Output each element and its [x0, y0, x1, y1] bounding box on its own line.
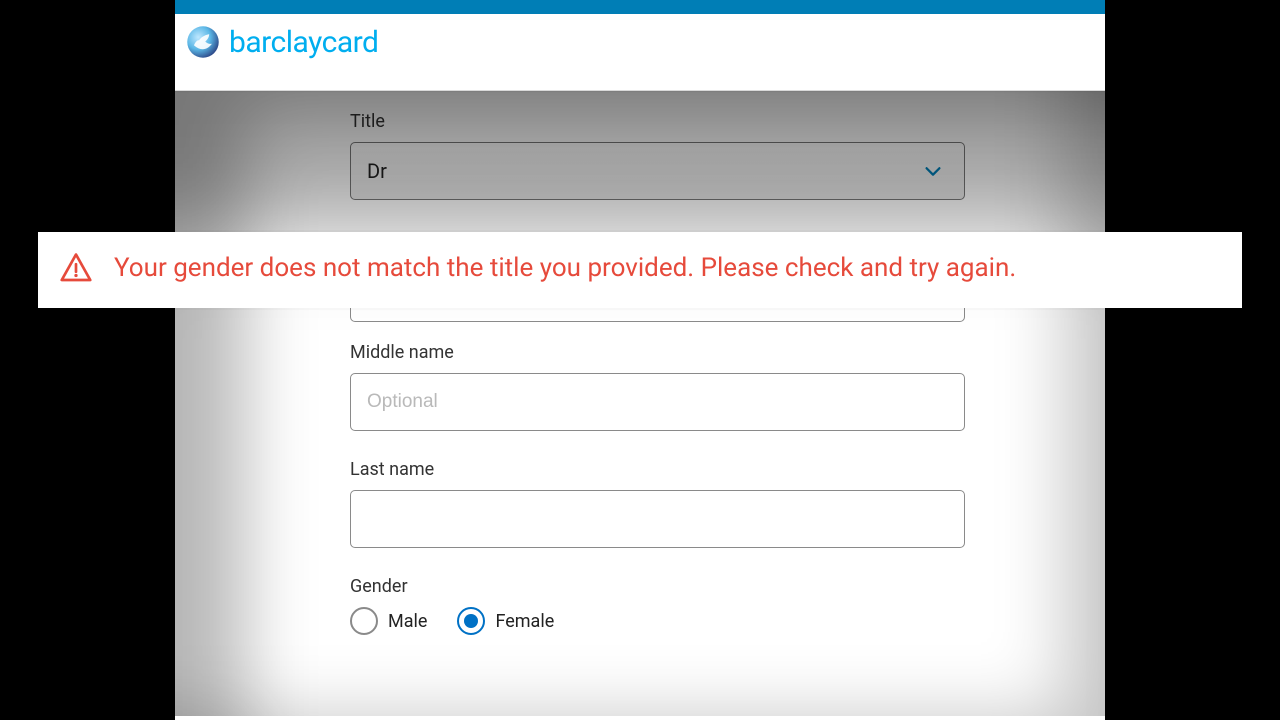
warning-triangle-icon [58, 250, 94, 286]
gender-radio-male-label: Male [388, 611, 427, 632]
middle-name-input[interactable] [350, 373, 965, 431]
middle-name-label: Middle name [350, 342, 965, 363]
gender-radio-group: Male Female [350, 607, 965, 635]
last-name-input[interactable] [350, 490, 965, 548]
gender-label: Gender [350, 576, 965, 597]
title-field: Title Dr [350, 111, 965, 200]
title-selected-value: Dr [367, 159, 387, 183]
radio-checked-icon [457, 607, 485, 635]
last-name-field: Last name [350, 459, 965, 548]
title-label: Title [350, 111, 965, 132]
error-alert: Your gender does not match the title you… [38, 232, 1242, 308]
brand-header: barclaycard [175, 14, 1105, 90]
top-blue-bar [175, 0, 1105, 14]
last-name-label: Last name [350, 459, 965, 480]
form-content: Title Dr Middle name Last name [175, 91, 1105, 716]
gender-field: Gender Male Female [350, 576, 965, 635]
gender-radio-male[interactable]: Male [350, 607, 427, 635]
radio-unchecked-icon [350, 607, 378, 635]
page-container: barclaycard Title Dr Middle name [175, 0, 1105, 720]
middle-name-field: Middle name [350, 342, 965, 431]
brand-name: barclaycard [229, 25, 378, 60]
title-select[interactable]: Dr [350, 142, 965, 200]
gender-radio-female-label: Female [495, 611, 554, 632]
error-alert-text: Your gender does not match the title you… [114, 252, 1016, 285]
barclaycard-logo-icon [185, 24, 221, 60]
chevron-down-icon [922, 160, 944, 182]
gender-radio-female[interactable]: Female [457, 607, 554, 635]
